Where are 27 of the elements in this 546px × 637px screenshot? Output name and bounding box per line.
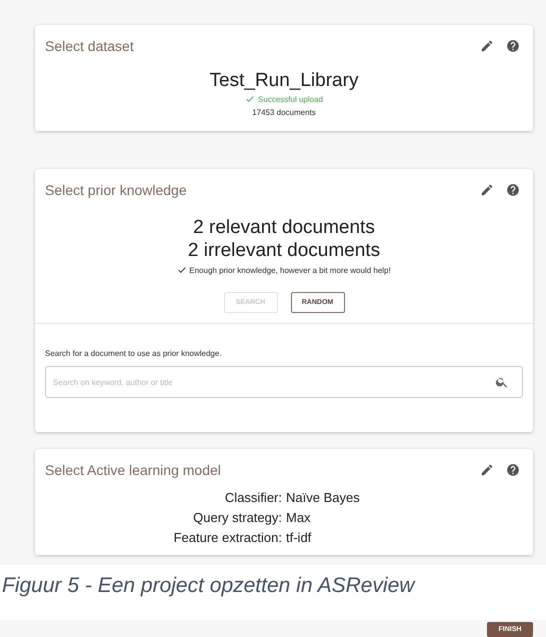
check-icon: [245, 94, 256, 104]
setting-label: Classifier:: [224, 490, 282, 505]
search-icon[interactable]: [495, 375, 509, 389]
card-title: Select prior knowledge: [45, 182, 187, 198]
upload-status: Successful upload: [258, 94, 323, 104]
card-title: Select dataset: [45, 38, 134, 54]
check-icon: [177, 265, 188, 275]
dataset-name: Test_Run_Library: [210, 70, 358, 92]
document-count: 17453 documents: [252, 108, 316, 117]
help-icon[interactable]: [506, 463, 520, 477]
document-summary: 2 irrelevant documents: [188, 239, 380, 262]
prior-note: Enough prior knowledge, however a bit more would help!: [189, 266, 391, 275]
edit-icon[interactable]: [480, 463, 494, 477]
setting-value: Naïve Bayes: [286, 490, 361, 505]
setting-label: Query strategy:: [192, 510, 282, 525]
figure-caption: Figuur 5 - Een project opzetten in ASReview: [1, 574, 414, 598]
setting-value: tf-idf: [286, 530, 312, 545]
edit-icon[interactable]: [480, 39, 494, 53]
setting-label: Feature extraction:: [172, 530, 282, 545]
document-summary: 2 relevant documents: [193, 216, 375, 239]
help-icon[interactable]: [506, 39, 520, 53]
edit-icon[interactable]: [480, 183, 494, 197]
card-title: Select Active learning model: [45, 462, 221, 478]
setting-value: Max: [286, 510, 312, 525]
search-field[interactable]: Search on keyword, author or title: [45, 366, 523, 398]
help-icon[interactable]: [506, 183, 520, 197]
search-prompt: Search for a document to use as prior knowledge.: [45, 349, 223, 358]
